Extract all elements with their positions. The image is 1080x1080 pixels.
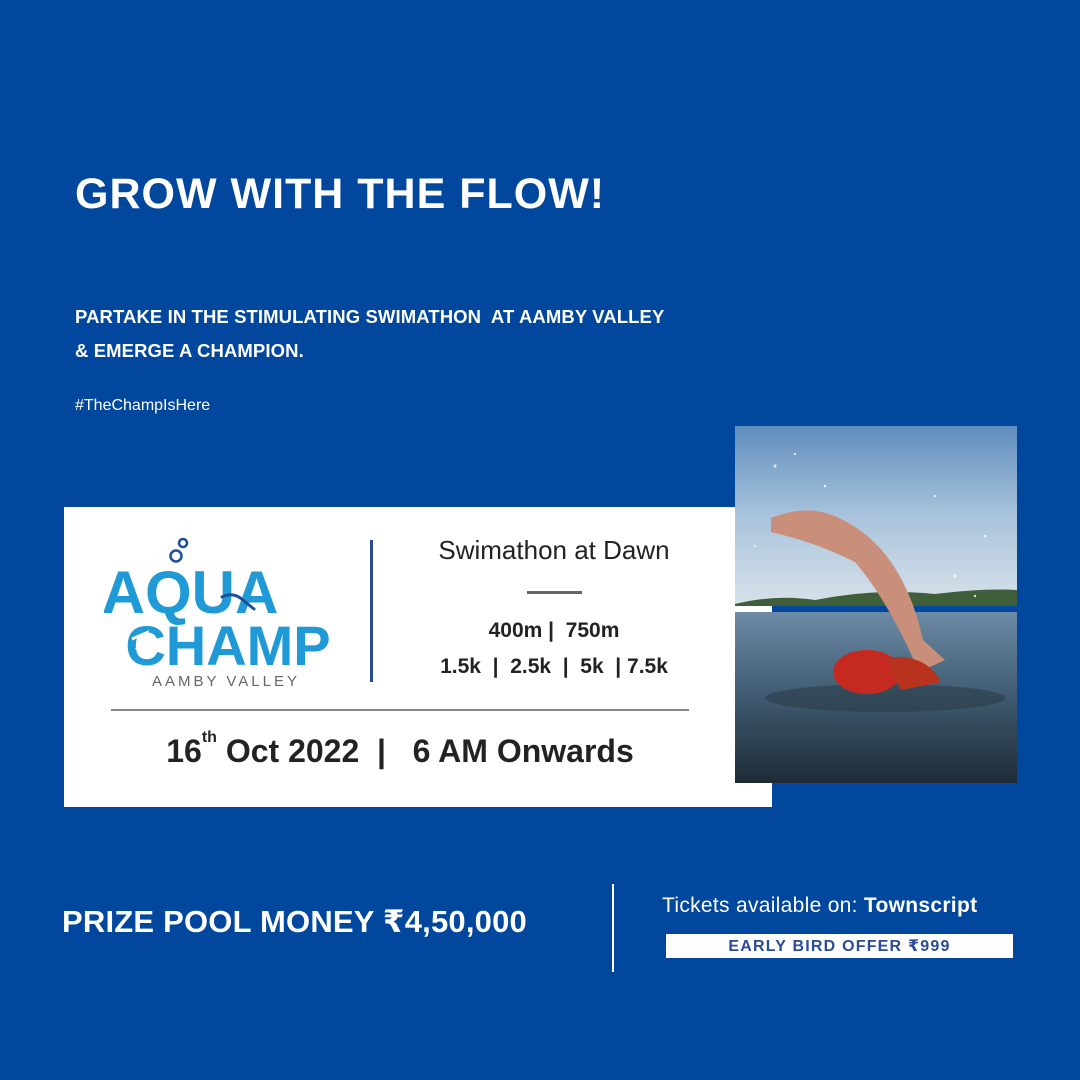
subheadline: PARTAKE IN THE STIMULATING SWIMATHON AT … [75,300,795,368]
card-horizontal-divider [111,709,689,711]
date-day: 16 [166,733,202,769]
logo-tagline: AAMBY VALLEY [152,673,300,690]
tickets-info: Tickets available on: Townscript [662,894,977,918]
swimmer-photo [735,426,1017,783]
title-underline [527,591,582,594]
subheadline-line-2: & EMERGE A CHAMPION. [75,340,304,361]
subheadline-line-1: PARTAKE IN THE STIMULATING SWIMATHON AT … [75,306,665,327]
prize-pool: PRIZE POOL MONEY ₹4,50,000 [62,904,527,939]
early-bird-offer-badge: EARLY BIRD OFFER ₹999 [666,934,1013,958]
distances-row-2: 1.5k | 2.5k | 5k | 7.5k [440,655,668,678]
date-rest: Oct 2022 | 6 AM Onwards [216,733,634,769]
hashtag: #TheChampIsHere [75,397,211,414]
date-suffix: th [201,729,217,746]
bottom-divider [612,884,614,972]
tickets-prefix: Tickets available on: [662,894,864,917]
headline: GROW WITH THE FLOW! [75,170,606,218]
event-card: AQUA CHAMP AAMBY VALLEY Swimathon at Daw… [64,507,772,807]
distances-row-1: 400m | 750m [488,619,620,642]
aqua-champ-logo: AQUA CHAMP AAMBY VALLEY [104,537,331,690]
event-title: Swimathon at Dawn [438,535,670,565]
bubble-icon [177,537,189,549]
tickets-platform[interactable]: Townscript [864,894,977,917]
card-vertical-divider [370,540,373,682]
event-date-time: 16th Oct 2022 | 6 AM Onwards [64,729,736,770]
logo-word-champ: CHAMP [125,614,330,677]
